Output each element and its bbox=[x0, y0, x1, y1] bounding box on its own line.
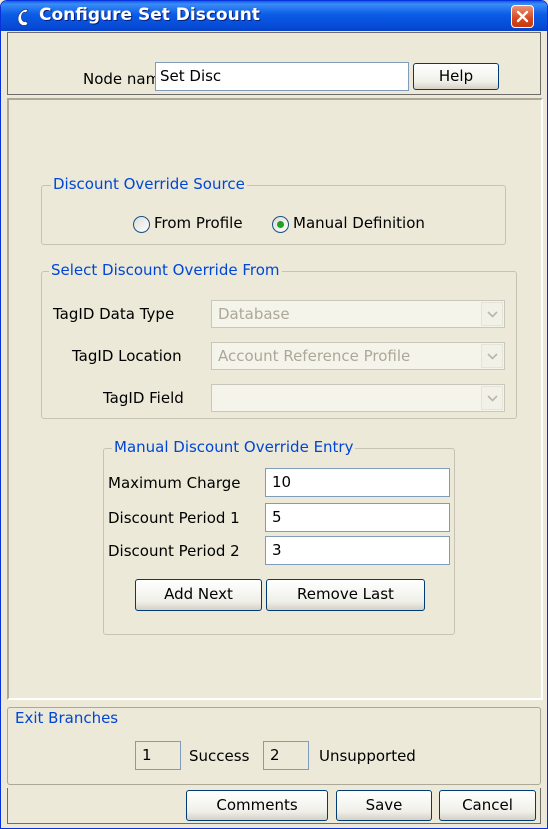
tagid-location-select[interactable]: Account Reference Profile bbox=[211, 342, 505, 370]
maximum-charge-label: Maximum Charge bbox=[108, 474, 241, 492]
close-icon bbox=[516, 10, 529, 23]
close-button[interactable] bbox=[511, 5, 534, 28]
exit-branch-number: 1 bbox=[135, 741, 181, 770]
tagid-field-select[interactable] bbox=[211, 384, 505, 412]
exit-branches-legend: Exit Branches bbox=[13, 709, 121, 727]
tagid-data-type-value: Database bbox=[218, 305, 290, 323]
exit-branch-name: Unsupported bbox=[319, 747, 416, 765]
phone-handset-icon bbox=[15, 7, 35, 27]
add-next-button[interactable]: Add Next bbox=[135, 579, 262, 611]
tagid-location-value: Account Reference Profile bbox=[218, 347, 411, 365]
manual-entry-legend: Manual Discount Override Entry bbox=[112, 438, 356, 456]
radio-manual-definition-label[interactable]: Manual Definition bbox=[293, 214, 425, 232]
header-frame bbox=[7, 32, 541, 60]
node-name-input[interactable]: Set Disc bbox=[155, 62, 409, 91]
discount-period-1-label: Discount Period 1 bbox=[108, 509, 240, 527]
dialog-window: Configure Set Discount Node name Set Dis… bbox=[0, 0, 548, 829]
chevron-down-icon[interactable] bbox=[481, 302, 503, 326]
discount-period-2-label: Discount Period 2 bbox=[108, 542, 240, 560]
exit-branch-name: Success bbox=[189, 747, 250, 765]
tagid-field-label: TagID Field bbox=[103, 389, 184, 407]
override-source-group bbox=[41, 185, 506, 245]
tagid-location-label: TagID Location bbox=[72, 347, 182, 365]
window-title: Configure Set Discount bbox=[39, 5, 260, 25]
remove-last-button[interactable]: Remove Last bbox=[266, 579, 425, 611]
tagid-data-type-label: TagID Data Type bbox=[53, 305, 175, 323]
radio-from-profile[interactable] bbox=[133, 216, 150, 233]
exit-branch-number: 2 bbox=[263, 741, 309, 770]
radio-manual-definition[interactable] bbox=[272, 216, 289, 233]
chevron-down-icon[interactable] bbox=[481, 344, 503, 368]
save-button[interactable]: Save bbox=[336, 790, 432, 821]
discount-period-1-input[interactable]: 5 bbox=[265, 503, 450, 532]
title-bar[interactable]: Configure Set Discount bbox=[1, 1, 547, 31]
override-source-legend: Discount Override Source bbox=[51, 175, 247, 193]
radio-selected-dot bbox=[277, 221, 284, 228]
discount-period-2-input[interactable]: 3 bbox=[265, 536, 450, 565]
maximum-charge-input[interactable]: 10 bbox=[265, 468, 450, 497]
comments-button[interactable]: Comments bbox=[186, 790, 328, 821]
cancel-button[interactable]: Cancel bbox=[439, 790, 536, 821]
select-override-legend: Select Discount Override From bbox=[49, 261, 282, 279]
chevron-down-icon[interactable] bbox=[481, 386, 503, 410]
radio-from-profile-label[interactable]: From Profile bbox=[154, 214, 243, 232]
tagid-data-type-select[interactable]: Database bbox=[211, 300, 505, 328]
help-button[interactable]: Help bbox=[413, 63, 499, 90]
